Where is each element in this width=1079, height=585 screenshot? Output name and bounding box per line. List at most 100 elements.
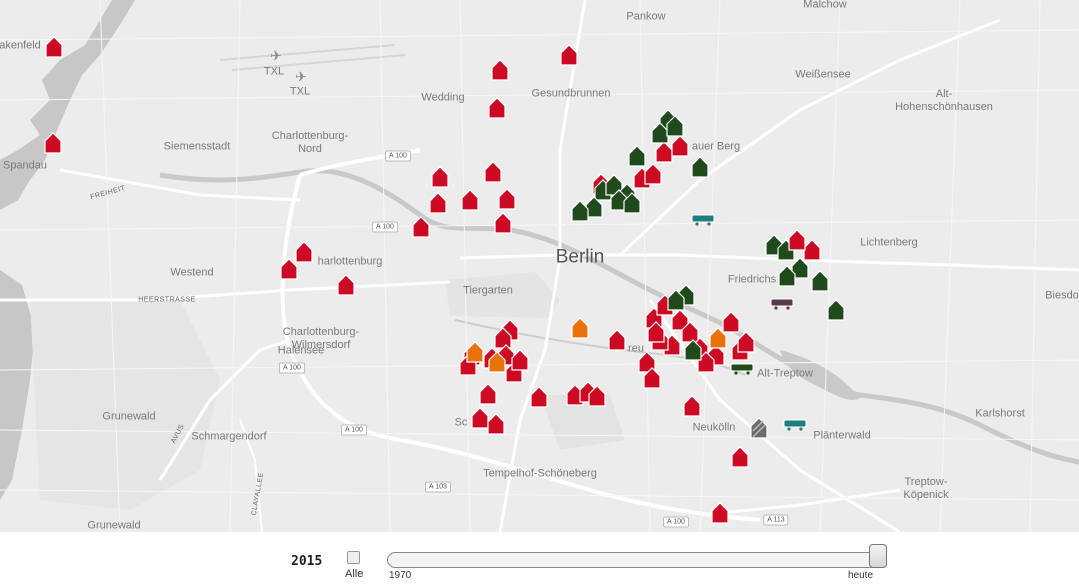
house-marker[interactable]: [279, 258, 299, 280]
house-marker[interactable]: [43, 132, 63, 154]
place-label: Friedrichs: [727, 273, 777, 286]
house-marker[interactable]: [690, 156, 710, 178]
airport-icon: ✈: [295, 68, 307, 85]
house-marker[interactable]: [683, 339, 703, 361]
road-east-west: [459, 253, 1079, 272]
house-marker[interactable]: [570, 200, 590, 222]
house-marker[interactable]: [430, 166, 450, 188]
highway-shield: A 100: [341, 424, 367, 436]
bus-marker[interactable]: [730, 363, 754, 375]
place-label: Malchow: [803, 0, 847, 11]
slider-min-label: 1970: [389, 570, 412, 581]
place-label: Weißensee: [795, 68, 851, 81]
map-base: [0, 0, 1079, 532]
house-marker[interactable]: [487, 351, 507, 373]
house-marker[interactable]: [529, 386, 549, 408]
place-label: Pankow: [626, 10, 666, 23]
house-marker[interactable]: [665, 115, 685, 137]
highway-shield: A 100: [385, 150, 411, 162]
alle-checkbox[interactable]: [347, 551, 360, 564]
time-controls: 2015 Alle 1970 heute: [0, 532, 1079, 585]
place-label: Berlin: [555, 246, 605, 268]
place-label: akenfeld: [0, 39, 41, 52]
road-a113: [699, 488, 901, 517]
road-label: HEERSTRASSE: [138, 296, 196, 304]
house-marker[interactable]: [497, 188, 517, 210]
place-label: Sc: [454, 416, 468, 429]
place-label: Grunewald: [102, 410, 156, 423]
house-marker[interactable]: [478, 383, 498, 405]
place-label: Plänterwald: [813, 429, 871, 442]
year-slider-track[interactable]: [387, 552, 886, 568]
place-label: Neukölln: [692, 421, 736, 434]
airport-icon: ✈: [270, 47, 282, 64]
house-marker[interactable]: [460, 189, 480, 211]
highway-shield: A 113: [763, 514, 789, 526]
house-marker[interactable]: [428, 192, 448, 214]
house-marker[interactable]: [642, 367, 662, 389]
slider-max-label: heute: [848, 570, 874, 581]
place-label: Gesundbrunnen: [531, 87, 611, 100]
highway-shield: A 100: [663, 516, 689, 528]
havel-lakes: [0, 270, 35, 500]
place-label: Tiergarten: [463, 284, 513, 297]
house-marker[interactable]: [336, 274, 356, 296]
highway-shield: A 100: [279, 362, 305, 374]
place-label: auer Berg: [691, 140, 741, 153]
place-label: Schmargendorf: [191, 430, 267, 443]
place-label: TXL: [263, 65, 285, 78]
road-heerstrasse: [0, 280, 451, 302]
house-marker[interactable]: [730, 446, 750, 468]
house-marker[interactable]: [777, 265, 797, 287]
house-marker[interactable]: [483, 161, 503, 183]
place-label: Lichtenberg: [860, 236, 918, 249]
place-label: Halensee: [277, 344, 325, 357]
house-marker[interactable]: [487, 97, 507, 119]
place-label: Biesdo: [1045, 289, 1079, 302]
year-slider-thumb[interactable]: [869, 544, 887, 568]
place-label: Wedding: [421, 91, 465, 104]
house-marker[interactable]: [627, 145, 647, 167]
place-label: Tempelhof-Schöneberg: [483, 467, 597, 480]
house-marker[interactable]: [810, 270, 830, 292]
house-marker[interactable]: [607, 329, 627, 351]
place-label: Treptow- Köpenick: [903, 476, 949, 501]
house-marker[interactable]: [710, 502, 730, 524]
house-marker[interactable]: [510, 349, 530, 371]
place-label: Spandau: [2, 159, 48, 172]
house-marker[interactable]: [411, 216, 431, 238]
alle-label: Alle: [345, 568, 364, 580]
place-label: Alt- Hohenschönhausen: [895, 88, 993, 113]
grunewald-forest: [30, 300, 220, 510]
house-marker[interactable]: [493, 212, 513, 234]
house-marker[interactable]: [682, 395, 702, 417]
house-marker[interactable]: [570, 317, 590, 339]
highway-shield: A 100: [372, 221, 398, 233]
bus-marker[interactable]: [770, 298, 794, 310]
year-display: 2015: [291, 554, 323, 569]
house-marker[interactable]: [749, 417, 769, 439]
bus-marker[interactable]: [783, 419, 807, 431]
house-marker[interactable]: [787, 229, 807, 251]
house-marker[interactable]: [559, 44, 579, 66]
bus-marker[interactable]: [691, 214, 715, 226]
house-marker[interactable]: [622, 192, 642, 214]
map[interactable]: Pankow Malchow Weißensee Alt- Hohenschönhau…: [0, 0, 1079, 532]
place-label: Siemensstadt: [163, 140, 231, 153]
house-marker[interactable]: [826, 299, 846, 321]
house-marker[interactable]: [736, 331, 756, 353]
house-marker[interactable]: [708, 327, 728, 349]
place-label: TXL: [289, 85, 311, 98]
house-marker[interactable]: [486, 413, 506, 435]
house-marker[interactable]: [666, 289, 686, 311]
house-marker[interactable]: [465, 341, 485, 363]
place-label: Charlottenburg- Nord: [271, 130, 349, 155]
house-marker[interactable]: [670, 135, 690, 157]
house-marker[interactable]: [587, 385, 607, 407]
house-marker[interactable]: [44, 36, 64, 58]
highway-shield: A 103: [425, 481, 451, 493]
place-label: Westend: [170, 266, 214, 279]
house-marker[interactable]: [490, 59, 510, 81]
place-label: Karlshorst: [975, 407, 1025, 420]
house-marker[interactable]: [646, 321, 666, 343]
